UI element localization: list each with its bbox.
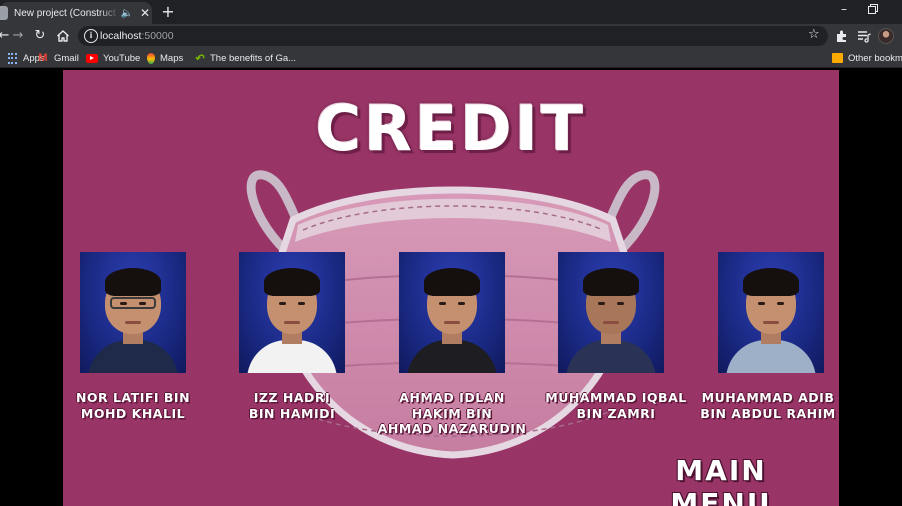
home-icon[interactable] xyxy=(55,28,71,44)
name-line: BIN HAMIDI xyxy=(248,405,336,421)
bookmark-label: Other bookmarks xyxy=(848,52,902,64)
name-line: BIN ZAMRI xyxy=(576,405,656,421)
hair xyxy=(583,268,639,296)
hair xyxy=(424,268,480,296)
mouth xyxy=(763,321,779,324)
close-tab-icon[interactable]: ✕ xyxy=(138,6,152,20)
url-text[interactable]: localhost:50000 xyxy=(100,29,174,43)
star-icon[interactable]: ☆ xyxy=(808,27,820,42)
folder-icon xyxy=(832,53,843,63)
eye xyxy=(617,302,624,305)
profile-avatar[interactable] xyxy=(878,28,894,44)
eye xyxy=(598,302,605,305)
member-name: MUHAMMAD IQBAL BIN ZAMRI xyxy=(541,390,691,421)
hair xyxy=(743,268,799,296)
bookmark-other[interactable]: Other bookmarks xyxy=(832,51,902,65)
hair xyxy=(105,268,161,296)
eye xyxy=(120,302,127,305)
eye xyxy=(777,302,784,305)
new-tab-icon[interactable]: + xyxy=(160,3,176,21)
minimize-icon[interactable]: – xyxy=(838,2,850,18)
member-name: AHMAD IDLAN HAKIM BIN AHMAD NAZARUDIN xyxy=(377,390,527,437)
tab-favicon-icon xyxy=(0,6,8,20)
browser-tab[interactable]: New project (Construct 2 preview) 🔈 ✕ xyxy=(0,2,152,24)
eye xyxy=(279,302,286,305)
nvidia-icon: ↶ xyxy=(194,52,204,65)
bookmark-label: The benefits of Ga... xyxy=(210,52,297,64)
eye xyxy=(139,302,146,305)
name-line: MOHD KHALIL xyxy=(80,405,186,421)
info-icon[interactable]: i xyxy=(84,29,98,43)
member-photo xyxy=(718,252,824,373)
gmail-icon: M xyxy=(38,52,48,64)
page-viewport: CREDIT NOR LATIFI BIN MOHD KHALIL IZZ HA… xyxy=(0,68,902,506)
member-photo xyxy=(239,252,345,373)
bookmark-youtube[interactable]: YouTube xyxy=(86,51,140,65)
reload-icon[interactable]: ↻ xyxy=(32,28,48,44)
hair xyxy=(264,268,320,296)
name-line: MUHAMMAD IQBAL xyxy=(545,390,687,405)
member-photo xyxy=(558,252,664,373)
glasses-icon xyxy=(110,297,156,309)
mouth xyxy=(444,321,460,324)
name-line: AHMAD IDLAN xyxy=(399,390,505,405)
member-photo xyxy=(399,252,505,373)
restore-window-icon[interactable] xyxy=(868,4,878,14)
bookmarks-bar: Apps M Gmail YouTube Maps ↶ The benefits… xyxy=(0,48,902,68)
eye xyxy=(458,302,465,305)
media-queue-icon[interactable] xyxy=(856,28,872,44)
name-line: HAKIM BIN xyxy=(411,405,493,421)
tab-title: New project (Construct 2 preview) xyxy=(14,7,120,19)
eye xyxy=(758,302,765,305)
eye xyxy=(439,302,446,305)
name-line: BIN ABDUL RAHIM xyxy=(700,405,836,421)
eye xyxy=(298,302,305,305)
mouth xyxy=(125,321,141,324)
name-line: IZZ HADRI xyxy=(253,390,331,405)
bookmark-maps[interactable]: Maps xyxy=(147,51,183,65)
name-line: NOR LATIFI BIN xyxy=(75,390,191,405)
bookmark-gmail[interactable]: M Gmail xyxy=(37,51,79,65)
url-port: :50000 xyxy=(141,30,174,42)
tab-strip: New project (Construct 2 preview) 🔈 ✕ + … xyxy=(0,0,902,24)
puzzle-icon[interactable] xyxy=(834,28,850,44)
bookmark-benefits[interactable]: ↶ The benefits of Ga... xyxy=(193,51,296,65)
member-photo xyxy=(80,252,186,373)
url-host: localhost xyxy=(100,30,142,42)
mouth xyxy=(603,321,619,324)
game-canvas[interactable]: CREDIT NOR LATIFI BIN MOHD KHALIL IZZ HA… xyxy=(63,70,839,506)
member-name: MUHAMMAD ADIB BIN ABDUL RAHIM xyxy=(693,390,839,421)
mouth xyxy=(284,321,300,324)
address-bar[interactable]: i localhost:50000 ☆ xyxy=(78,26,828,46)
browser-toolbar: ← → ↻ i localhost:50000 ☆ xyxy=(0,24,902,48)
member-name: IZZ HADRI BIN HAMIDI xyxy=(217,390,367,421)
bookmark-label: Maps xyxy=(160,52,184,64)
apps-grid-icon xyxy=(6,52,18,64)
member-name: NOR LATIFI BIN MOHD KHALIL xyxy=(63,390,208,421)
arrow-right-icon[interactable]: → xyxy=(10,28,26,44)
maps-icon xyxy=(147,52,155,64)
name-line: AHMAD NAZARUDIN xyxy=(377,421,527,436)
youtube-icon xyxy=(86,53,98,63)
main-menu-button[interactable]: MAIN MENU xyxy=(623,454,819,506)
name-line: MUHAMMAD ADIB xyxy=(701,390,835,405)
speaker-muted-icon[interactable]: 🔈 xyxy=(120,8,134,19)
bookmark-label: YouTube xyxy=(103,52,141,64)
bookmark-label: Gmail xyxy=(54,52,79,64)
credit-title: CREDIT xyxy=(315,92,587,165)
